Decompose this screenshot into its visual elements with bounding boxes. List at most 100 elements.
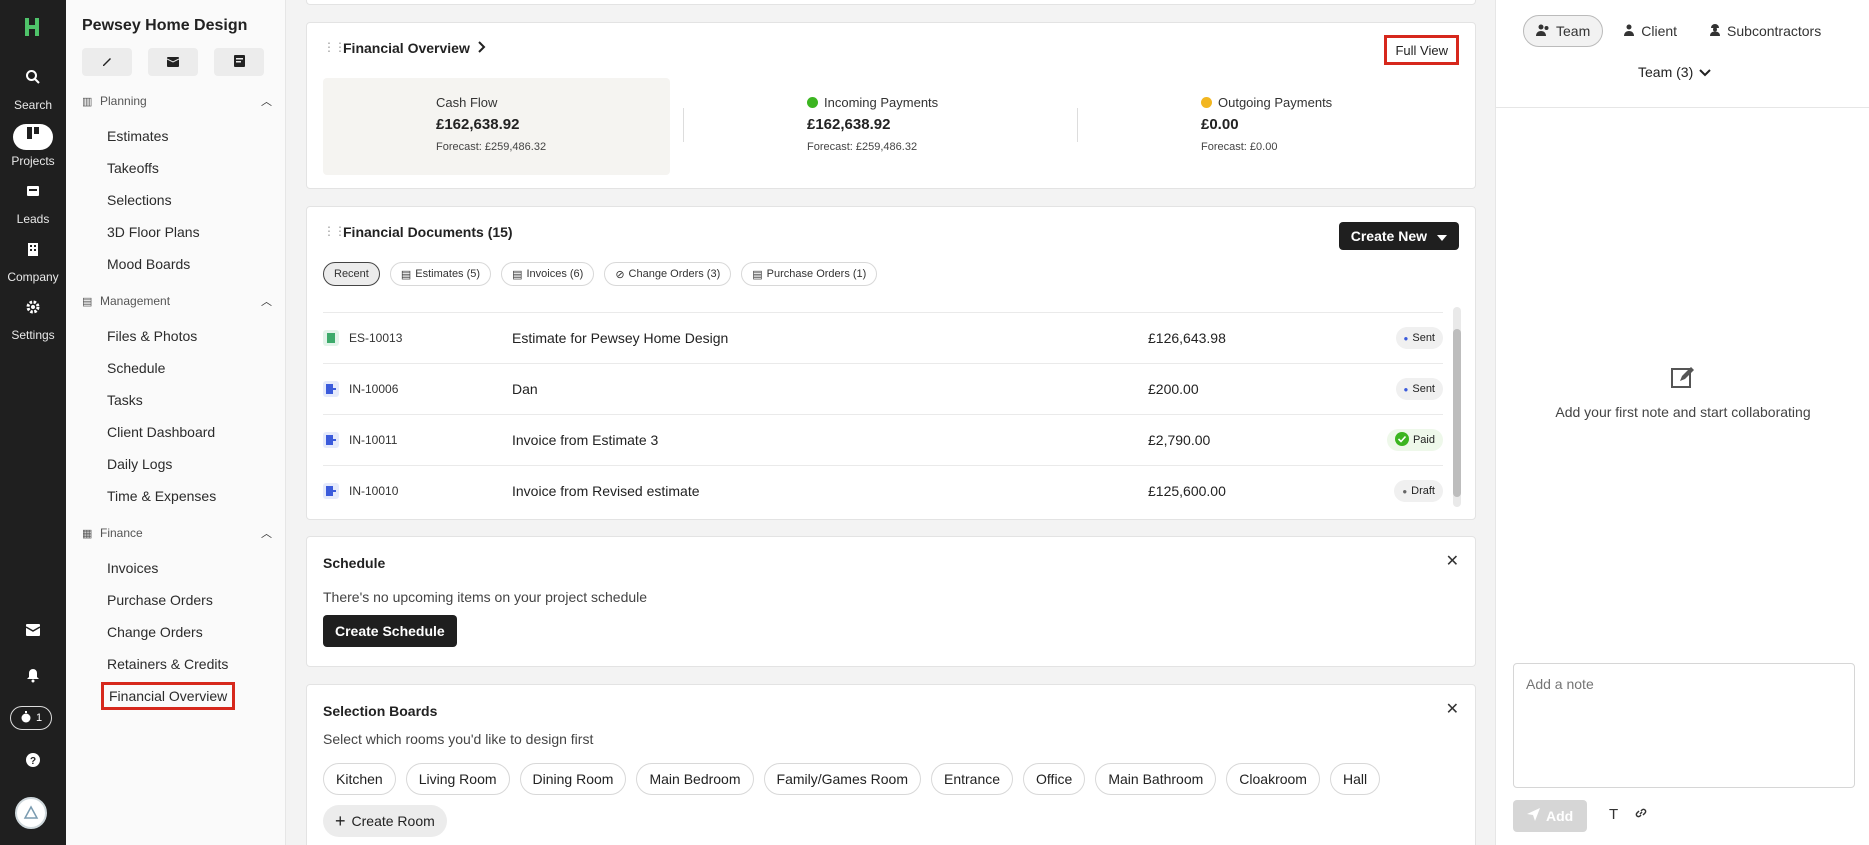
mail-icon[interactable]	[0, 623, 66, 640]
section-management[interactable]: ▤ Management ︿	[82, 293, 272, 309]
rail-company[interactable]: Company	[0, 240, 66, 284]
create-new-button[interactable]: Create New	[1338, 222, 1459, 250]
link-icon[interactable]	[1634, 806, 1648, 824]
rail-label: Projects	[11, 154, 55, 168]
note-input[interactable]	[1513, 663, 1855, 788]
outgoing-payments-box[interactable]: Outgoing Payments £0.00 Forecast: £0.00	[1201, 78, 1461, 175]
invoice-icon	[323, 381, 339, 397]
text-format-icon[interactable]: T	[1609, 806, 1618, 823]
planning-icon: ▥	[82, 95, 93, 108]
rail-leads[interactable]: Leads	[0, 182, 66, 226]
outgoing-amount: £0.00	[1201, 116, 1239, 133]
change-order-icon: ⊘	[615, 268, 625, 281]
filter-change-orders[interactable]: ⊘ Change Orders (3)	[604, 262, 732, 286]
table-row[interactable]: IN-10006 Dan £200.00 ● Sent	[323, 363, 1443, 414]
edit-button[interactable]	[82, 48, 132, 76]
section-finance[interactable]: ▦ Finance ︿	[82, 525, 272, 541]
bell-icon[interactable]	[0, 667, 66, 686]
nav-change-orders[interactable]: Change Orders	[107, 624, 203, 640]
nav-3d-floor-plans[interactable]: 3D Floor Plans	[107, 224, 200, 240]
rail-projects[interactable]: Projects	[0, 124, 66, 168]
filter-invoices[interactable]: ▤ Invoices (6)	[501, 262, 595, 286]
nav-daily-logs[interactable]: Daily Logs	[107, 456, 172, 472]
doc-number: IN-10011	[349, 433, 398, 447]
doc-name: Invoice from Revised estimate	[512, 483, 700, 499]
selection-boards-card: Selection Boards ✕ Select which rooms yo…	[306, 684, 1476, 845]
rail-search[interactable]: Search	[0, 68, 66, 112]
room-chip-family-games-room[interactable]: Family/Games Room	[763, 763, 921, 795]
tab-label: Subcontractors	[1727, 23, 1822, 39]
drag-handle-icon[interactable]: ⋮⋮	[323, 224, 346, 238]
help-icon[interactable]: ?	[0, 752, 66, 771]
team-select[interactable]: Team (3)	[1638, 64, 1711, 80]
management-icon: ▤	[82, 295, 93, 308]
incoming-payments-box[interactable]: Incoming Payments £162,638.92 Forecast: …	[807, 78, 1067, 175]
create-schedule-button[interactable]: Create Schedule	[323, 615, 457, 647]
nav-selections[interactable]: Selections	[107, 192, 172, 208]
tab-subcontractors[interactable]: Subcontractors	[1697, 15, 1833, 47]
documents-scrollbar[interactable]	[1453, 307, 1461, 507]
nav-files-photos[interactable]: Files & Photos	[107, 328, 197, 344]
room-chip-main-bedroom[interactable]: Main Bedroom	[636, 763, 754, 795]
nav-estimates[interactable]: Estimates	[107, 128, 168, 144]
app-logo[interactable]	[21, 16, 43, 38]
avatar[interactable]	[15, 797, 47, 829]
cash-flow-box[interactable]: Cash Flow £162,638.92 Forecast: £259,486…	[323, 78, 670, 175]
nav-tasks[interactable]: Tasks	[107, 392, 143, 408]
tab-team[interactable]: Team	[1523, 15, 1604, 47]
notes-button[interactable]	[214, 48, 264, 76]
chip-label: Invoices (6)	[526, 268, 584, 280]
add-note-button[interactable]: Add	[1513, 800, 1588, 832]
status-badge: ● Sent	[1395, 327, 1443, 349]
scrollbar-thumb[interactable]	[1453, 329, 1461, 497]
filter-estimates[interactable]: ▤ Estimates (5)	[389, 262, 492, 286]
room-chip-kitchen[interactable]: Kitchen	[323, 763, 396, 795]
table-row[interactable]: ES-10013 Estimate for Pewsey Home Design…	[323, 312, 1443, 363]
filter-purchase-orders[interactable]: ▤ Purchase Orders (1)	[741, 262, 878, 286]
doc-name: Dan	[512, 381, 538, 397]
table-row[interactable]: IN-10011 Invoice from Estimate 3 £2,790.…	[323, 414, 1443, 465]
section-title: Finance	[100, 526, 143, 540]
nav-time-expenses[interactable]: Time & Expenses	[107, 488, 216, 504]
close-icon[interactable]: ✕	[1446, 551, 1459, 571]
full-view-button[interactable]: Full View	[1384, 35, 1459, 65]
timer-button[interactable]: 1	[10, 706, 52, 730]
nav-financial-overview[interactable]: Financial Overview	[100, 682, 236, 710]
tab-client[interactable]: Client	[1611, 15, 1689, 47]
room-chip-hall[interactable]: Hall	[1329, 763, 1381, 795]
financial-overview-title-link[interactable]: Financial Overview	[343, 40, 486, 56]
schedule-empty-text: There's no upcoming items on your projec…	[323, 589, 648, 605]
purchase-order-icon: ▤	[752, 268, 763, 281]
cash-flow-amount: £162,638.92	[436, 116, 520, 133]
chip-label: Purchase Orders (1)	[766, 268, 867, 280]
project-nav: Pewsey Home Design ▥ Planning ︿ Estimate…	[66, 0, 286, 845]
company-icon	[13, 240, 53, 266]
room-chip-entrance[interactable]: Entrance	[930, 763, 1014, 795]
filter-recent[interactable]: Recent	[323, 262, 380, 286]
create-room-button[interactable]: + Create Room	[323, 805, 447, 837]
nav-purchase-orders[interactable]: Purchase Orders	[107, 592, 213, 608]
drag-handle-icon[interactable]: ⋮⋮	[323, 40, 346, 54]
notes-empty-state: Add your first note and start collaborat…	[1496, 365, 1869, 420]
nav-invoices[interactable]: Invoices	[107, 560, 158, 576]
section-planning[interactable]: ▥ Planning ︿	[82, 93, 272, 109]
close-icon[interactable]: ✕	[1446, 699, 1459, 719]
room-chip-office[interactable]: Office	[1023, 763, 1086, 795]
rail-settings[interactable]: Settings	[0, 298, 66, 342]
room-chip-living-room[interactable]: Living Room	[405, 763, 510, 795]
table-row[interactable]: IN-10010 Invoice from Revised estimate £…	[323, 465, 1443, 516]
rail-label: Search	[13, 98, 53, 112]
doc-amount: £126,643.98	[1148, 330, 1226, 346]
nav-mood-boards[interactable]: Mood Boards	[107, 256, 190, 272]
edit-note-icon	[1670, 367, 1696, 394]
nav-schedule[interactable]: Schedule	[107, 360, 165, 376]
nav-retainers-credits[interactable]: Retainers & Credits	[107, 656, 228, 672]
chip-label: Change Orders (3)	[628, 268, 721, 280]
message-button[interactable]	[148, 48, 198, 76]
nav-client-dashboard[interactable]: Client Dashboard	[107, 424, 215, 440]
chevron-up-icon: ︿	[261, 296, 272, 308]
room-chip-main-bathroom[interactable]: Main Bathroom	[1095, 763, 1217, 795]
nav-takeoffs[interactable]: Takeoffs	[107, 160, 159, 176]
room-chip-dining-room[interactable]: Dining Room	[519, 763, 627, 795]
room-chip-cloakroom[interactable]: Cloakroom	[1226, 763, 1320, 795]
